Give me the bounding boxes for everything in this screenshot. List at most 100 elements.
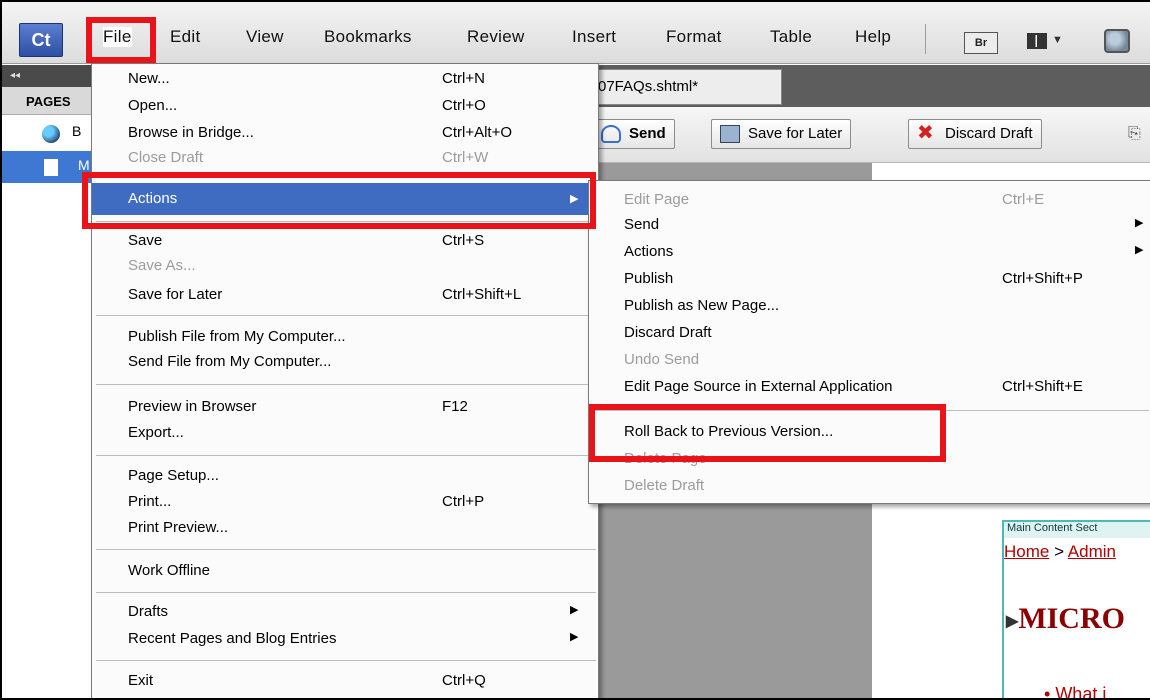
pages-row-selected[interactable]: M [2, 151, 92, 183]
menu-item-label: Print Preview... [128, 519, 229, 536]
save-icon [720, 125, 740, 143]
menu-item-label: Browse in Bridge... [128, 124, 254, 141]
globe-icon [42, 125, 60, 143]
submenu-item-actions[interactable]: Actions ▶ [589, 239, 1150, 266]
menu-item-work-offline[interactable]: Work Offline [92, 558, 598, 585]
menu-review[interactable]: Review [467, 27, 525, 47]
menu-insert[interactable]: Insert [572, 27, 616, 47]
discard-draft-label: Discard Draft [945, 125, 1033, 142]
submenu-arrow-icon: ▶ [1135, 217, 1144, 229]
menu-help[interactable]: Help [855, 27, 891, 47]
pages-panel: ◂◂ PAGES B M [2, 65, 92, 698]
menu-item-export[interactable]: Export... [92, 420, 598, 447]
user-icon [601, 125, 621, 143]
menu-item-label: Save for Later [128, 286, 223, 303]
menu-separator [96, 455, 596, 456]
menu-view[interactable]: View [246, 27, 284, 47]
draft-toolbar: Send Save for Later ✖ Discard Draft ⎘ [592, 107, 1150, 163]
menu-item-page-setup[interactable]: Page Setup... [92, 463, 598, 490]
menu-item-label: Edit Page Source in External Application [624, 378, 893, 395]
menu-item-shortcut: Ctrl+Q [442, 672, 486, 689]
menu-item-save-for-later[interactable]: Save for Later Ctrl+Shift+L [92, 282, 598, 309]
menu-item-label: Delete Draft [624, 477, 705, 494]
file-menu: New... Ctrl+N Open... Ctrl+O Browse in Bri… [91, 63, 599, 698]
menu-separator [96, 592, 596, 593]
menu-item-label: Publish as New Page... [624, 297, 780, 314]
menu-item-label: Edit Page [624, 191, 690, 208]
annotation-box-file [86, 17, 156, 63]
document-tabstrip: 07FAQs.shtml* [592, 65, 1150, 107]
chevron-down-icon[interactable]: ▼ [1052, 34, 1063, 46]
menu-table[interactable]: Table [770, 27, 812, 47]
discard-draft-button[interactable]: ✖ Discard Draft [908, 119, 1042, 149]
save-for-later-button[interactable]: Save for Later [711, 119, 852, 149]
submenu-item-delete-draft[interactable]: Delete Draft [589, 473, 1150, 500]
section-label: Main Content Sect [1004, 522, 1150, 538]
app-logo: Ct [19, 23, 63, 57]
menu-format[interactable]: Format [666, 27, 722, 47]
page-icon [44, 159, 58, 176]
menu-item-label: Preview in Browser [128, 398, 257, 415]
submenu-item-undo-send[interactable]: Undo Send [589, 347, 1150, 374]
menu-separator [96, 660, 596, 661]
menu-item-save-as[interactable]: Save As... [92, 253, 598, 280]
menu-item-close-draft[interactable]: Close Draft Ctrl+W [92, 145, 598, 172]
menubar: Ct File Edit View Bookmarks Review Inser… [2, 2, 1150, 64]
submenu-item-edit-source[interactable]: Edit Page Source in External Application… [589, 374, 1150, 401]
menu-item-label: New... [128, 70, 170, 87]
menu-bookmarks[interactable]: Bookmarks [324, 27, 412, 47]
submenu-item-edit-page[interactable]: Edit Page Ctrl+E [589, 187, 1150, 214]
globe-icon[interactable] [1104, 29, 1130, 53]
pages-row-website[interactable]: B [2, 115, 92, 151]
menu-item-open[interactable]: Open... Ctrl+O [92, 93, 598, 120]
menu-item-drafts[interactable]: Drafts ▶ [92, 599, 598, 626]
menu-separator [96, 549, 596, 550]
breadcrumb-separator: > [1049, 542, 1068, 561]
menu-item-label: Publish File from My Computer... [128, 328, 346, 345]
menu-item-label: Export... [128, 424, 184, 441]
menu-item-print[interactable]: Print... Ctrl+P [92, 489, 598, 516]
annotation-box-actions [82, 172, 596, 229]
send-button[interactable]: Send [592, 119, 675, 149]
menu-item-label: Exit [128, 672, 154, 689]
submenu-item-discard-draft[interactable]: Discard Draft [589, 320, 1150, 347]
menu-item-shortcut: Ctrl+Shift+P [1002, 270, 1083, 287]
menu-item-label: Actions [624, 243, 674, 260]
app-window: Ct File Edit View Bookmarks Review Inser… [0, 0, 1150, 700]
attach-icon[interactable]: ⎘ [1128, 125, 1141, 143]
panel-collapse-button[interactable]: ◂◂ [2, 65, 92, 87]
menu-item-save[interactable]: Save Ctrl+S [92, 228, 598, 255]
discard-icon: ✖ [917, 122, 934, 144]
submenu-arrow-icon: ▶ [570, 631, 579, 643]
menu-item-browse-in-bridge[interactable]: Browse in Bridge... Ctrl+Alt+O [92, 120, 598, 147]
breadcrumb-home-link[interactable]: Home [1004, 542, 1049, 561]
menu-item-preview-in-browser[interactable]: Preview in Browser F12 [92, 394, 598, 421]
menu-item-exit[interactable]: Exit Ctrl+Q [92, 668, 598, 695]
submenu-item-publish[interactable]: Publish Ctrl+Shift+P [589, 266, 1150, 293]
menu-item-label: Close Draft [128, 149, 204, 166]
menu-item-shortcut: Ctrl+E [1002, 191, 1045, 208]
menu-item-recent-pages[interactable]: Recent Pages and Blog Entries ▶ [92, 626, 598, 653]
faq-link[interactable]: • What i [1044, 684, 1106, 698]
menu-item-shortcut: Ctrl+Shift+E [1002, 378, 1083, 395]
menu-item-new[interactable]: New... Ctrl+N [92, 66, 598, 93]
bridge-icon[interactable]: Br [964, 32, 998, 54]
expand-triangle-icon[interactable]: ▶ [1006, 613, 1018, 630]
pages-row-label: M [78, 157, 90, 173]
submenu-arrow-icon: ▶ [1135, 244, 1144, 256]
tab-pages[interactable]: PAGES [2, 87, 92, 115]
menu-item-send-file[interactable]: Send File from My Computer... [92, 349, 598, 376]
submenu-item-publish-as-new-page[interactable]: Publish as New Page... [589, 293, 1150, 320]
submenu-item-send[interactable]: Send ▶ [589, 212, 1150, 239]
document-tab[interactable]: 07FAQs.shtml* [592, 69, 782, 105]
menu-item-label: Save As... [128, 257, 196, 274]
menu-item-label: Publish [624, 270, 674, 287]
menu-item-print-preview[interactable]: Print Preview... [92, 515, 598, 542]
menu-separator [96, 315, 596, 316]
layout-icon[interactable] [1027, 33, 1047, 49]
menu-item-publish-file[interactable]: Publish File from My Computer... [92, 324, 598, 351]
menu-item-label: Discard Draft [624, 324, 712, 341]
menu-edit[interactable]: Edit [170, 27, 201, 47]
menu-item-shortcut: Ctrl+P [442, 493, 485, 510]
breadcrumb-admin-link[interactable]: Admin [1068, 542, 1116, 561]
